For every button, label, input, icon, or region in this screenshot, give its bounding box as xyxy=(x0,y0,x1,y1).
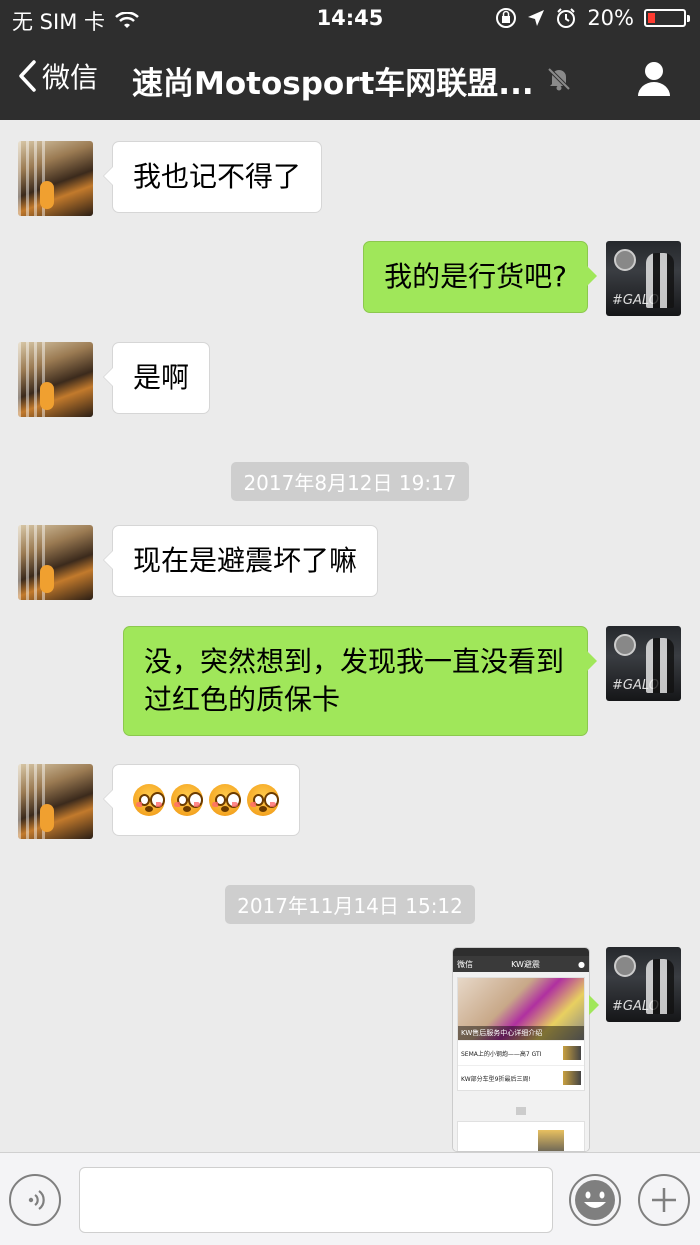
emoji-row xyxy=(133,784,279,816)
status-bar: 无 SIM 卡 14:45 20% xyxy=(0,0,700,38)
mini-article-card: KW售后服务中心详细介绍 SEMA上的小钢炮——高7 GTI KW部分车型9折最… xyxy=(457,977,585,1091)
rotation-lock-icon xyxy=(496,8,517,28)
mini-timestamp xyxy=(457,1097,585,1116)
friend-avatar[interactable] xyxy=(18,764,93,839)
message-bubble[interactable]: 现在是避震坏了嘛 xyxy=(102,525,379,597)
friend-avatar[interactable] xyxy=(18,342,93,417)
self-avatar[interactable]: #GALO xyxy=(606,626,681,701)
emoji-button[interactable] xyxy=(569,1174,621,1226)
timestamp: 2017年8月12日 19:17 xyxy=(0,462,700,501)
mini-body: KW售后服务中心详细介绍 SEMA上的小钢炮——高7 GTI KW部分车型9折最… xyxy=(453,972,589,1151)
mini-back-label: 微信 xyxy=(457,959,473,969)
mini-hero-image: KW售后服务中心详细介绍 xyxy=(458,978,584,1040)
message-input[interactable] xyxy=(79,1167,553,1233)
mini-title: KW避震 xyxy=(511,959,540,969)
blush-emoji-icon xyxy=(247,784,279,816)
friend-avatar[interactable] xyxy=(18,141,93,216)
mini-article-row: KW部分车型9折最后三周! xyxy=(458,1065,584,1090)
mini-nav-bar: 微信 KW避震 ● xyxy=(453,956,589,972)
avatar-tag: #GALO xyxy=(612,678,659,693)
mini-thumbnail xyxy=(563,1046,581,1060)
self-avatar[interactable]: #GALO xyxy=(606,947,681,1022)
message-bubble[interactable]: 是啊 xyxy=(102,342,211,414)
blush-emoji-icon xyxy=(133,784,165,816)
mini-row-text: SEMA上的小钢炮——高7 GTI xyxy=(461,1050,542,1058)
battery-fill xyxy=(648,13,655,23)
back-label: 微信 xyxy=(42,61,99,94)
message-text: 没，突然想到，发现我一直没看到过红色的质保卡 xyxy=(144,645,565,716)
mini-article-card xyxy=(457,1121,585,1151)
mute-bell-icon xyxy=(547,67,571,91)
smiley-icon xyxy=(575,1180,615,1220)
message-bubble[interactable]: 没，突然想到，发现我一直没看到过红色的质保卡 xyxy=(123,626,597,736)
self-avatar[interactable]: #GALO xyxy=(606,241,681,316)
chat-area[interactable]: 我也记不得了 #GALO 我的是行货吧? 是啊 2017年8月12日 19:17… xyxy=(0,120,700,1152)
input-bar xyxy=(0,1152,700,1245)
avatar-tag: #GALO xyxy=(612,293,659,308)
message-text: 我的是行货吧? xyxy=(384,260,567,293)
emoji-message-bubble[interactable] xyxy=(103,764,300,836)
chevron-left-icon xyxy=(19,60,36,92)
blush-emoji-icon xyxy=(171,784,203,816)
chat-title: 速尚Motosport车网联盟... xyxy=(132,66,534,102)
avatar-tag: #GALO xyxy=(612,999,659,1014)
battery-percent: 20% xyxy=(587,6,634,30)
voice-button[interactable] xyxy=(9,1174,61,1226)
timestamp-label: 2017年8月12日 19:17 xyxy=(231,462,469,501)
mini-article-row: SEMA上的小钢炮——高7 GTI xyxy=(458,1040,584,1065)
timestamp: 2017年11月14日 15:12 xyxy=(0,885,700,924)
mini-row-text: KW部分车型9折最后三周! xyxy=(461,1075,531,1083)
back-button[interactable]: 微信 xyxy=(16,56,98,96)
more-options-button[interactable] xyxy=(638,1174,690,1226)
timestamp-label: 2017年11月14日 15:12 xyxy=(225,885,475,924)
shared-screenshot-image[interactable]: 微信 KW避震 ● KW售后服务中心详细介绍 SEMA上的小钢炮——高7 GTI… xyxy=(452,947,590,1152)
friend-avatar[interactable] xyxy=(18,525,93,600)
message-bubble[interactable]: 我的是行货吧? xyxy=(363,241,597,313)
message-text: 现在是避震坏了嘛 xyxy=(133,544,358,577)
message-bubble[interactable]: 我也记不得了 xyxy=(102,141,323,213)
profile-icon[interactable] xyxy=(636,60,672,96)
mini-hero-caption: KW售后服务中心详细介绍 xyxy=(458,1026,584,1040)
voice-icon xyxy=(28,1190,45,1210)
nav-bar: 微信 速尚Motosport车网联盟... xyxy=(0,38,700,120)
location-arrow-icon xyxy=(528,10,545,26)
mini-profile-icon: ● xyxy=(578,959,585,969)
alarm-icon xyxy=(557,8,576,28)
message-text: 我也记不得了 xyxy=(133,160,302,193)
blush-emoji-icon xyxy=(209,784,241,816)
mini-thumbnail xyxy=(563,1071,581,1085)
mini-status-bar xyxy=(453,948,589,956)
message-text: 是啊 xyxy=(133,361,190,394)
plus-icon xyxy=(652,1188,676,1212)
battery-icon xyxy=(644,9,690,27)
